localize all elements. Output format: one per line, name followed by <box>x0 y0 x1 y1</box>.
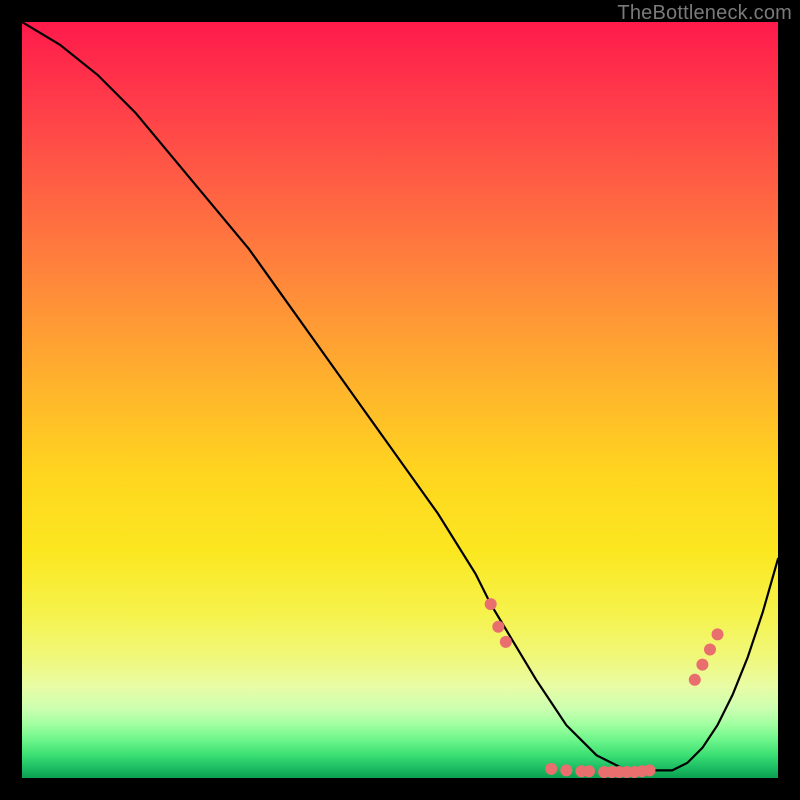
watermark-text: TheBottleneck.com <box>617 2 792 25</box>
data-point <box>485 598 497 610</box>
data-point <box>492 621 504 633</box>
data-point <box>583 765 595 777</box>
data-markers <box>485 598 724 778</box>
data-point <box>500 636 512 648</box>
chart-stage: TheBottleneck.com <box>0 0 800 800</box>
data-point <box>689 674 701 686</box>
data-point <box>712 628 724 640</box>
bottleneck-curve <box>22 22 778 770</box>
data-point <box>560 764 572 776</box>
chart-svg <box>22 22 778 778</box>
data-point <box>696 659 708 671</box>
data-point <box>704 644 716 656</box>
data-point <box>545 763 557 775</box>
data-point <box>644 764 656 776</box>
plot-area <box>22 22 778 778</box>
